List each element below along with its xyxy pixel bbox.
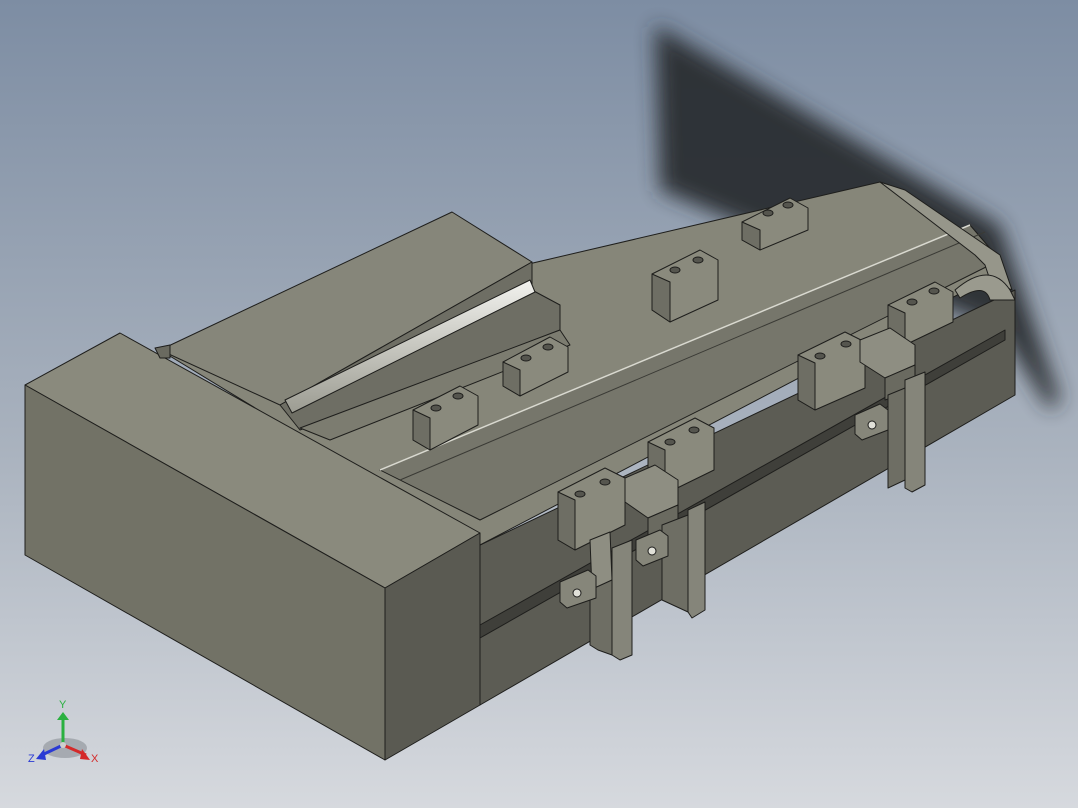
triad-base bbox=[43, 738, 87, 758]
z-axis-label: Z bbox=[28, 753, 35, 765]
triad-origin bbox=[60, 742, 66, 748]
y-axis-label: Y bbox=[59, 699, 67, 711]
cad-3d-viewport[interactable]: Y X Z bbox=[0, 0, 1078, 808]
model-canvas[interactable]: Y X Z bbox=[0, 0, 1078, 808]
x-axis-label: X bbox=[91, 753, 99, 765]
